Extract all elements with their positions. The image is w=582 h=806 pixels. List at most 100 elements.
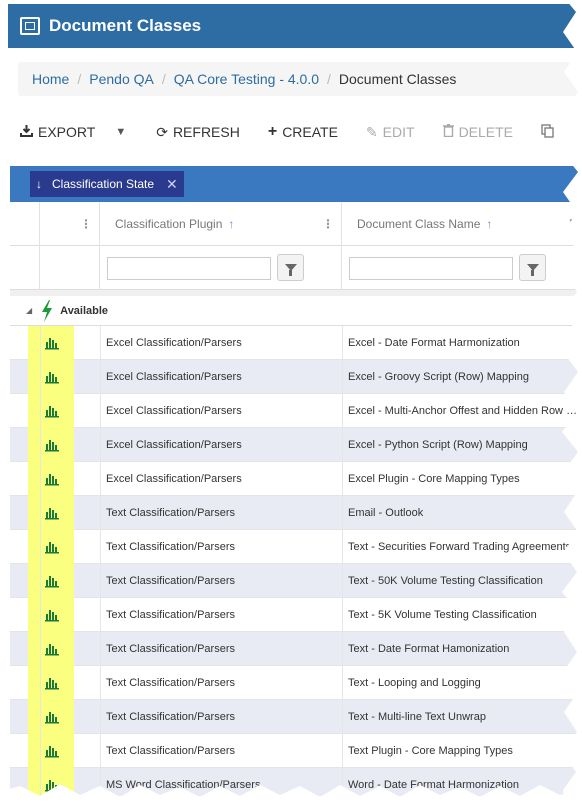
column-divider [40, 394, 41, 428]
filter-cell-icon [40, 246, 100, 290]
refresh-button[interactable]: ⟳ REFRESH [156, 124, 240, 141]
table-row[interactable]: Text Classification/Parsers Text - 50K Vo… [10, 564, 582, 598]
column-divider [342, 564, 343, 598]
bar-chart-icon[interactable] [44, 336, 60, 350]
column-divider [40, 734, 41, 768]
collapse-triangle-icon[interactable]: ◢ [26, 306, 32, 315]
remove-group-icon[interactable]: ✕ [166, 176, 178, 193]
column-divider [100, 462, 101, 496]
bar-chart-icon[interactable] [44, 608, 60, 622]
window-icon [20, 17, 40, 35]
name-filter-input[interactable] [349, 257, 513, 280]
plus-icon: + [267, 123, 278, 140]
bar-chart-icon[interactable] [44, 642, 60, 656]
table-row[interactable]: Excel Classification/Parsers Excel - Mult… [10, 394, 582, 428]
table-row[interactable]: Excel Classification/Parsers Excel Plugin… [10, 462, 582, 496]
bar-chart-icon[interactable] [44, 472, 60, 486]
bar-chart-icon[interactable] [44, 710, 60, 724]
table-row[interactable]: Text Classification/Parsers Text Plugin -… [10, 734, 582, 768]
breadcrumb-separator: / [161, 71, 166, 87]
sort-asc-icon[interactable]: ↑ [228, 217, 234, 231]
column-divider [342, 462, 343, 496]
column-divider [40, 632, 41, 666]
bar-chart-icon[interactable] [44, 676, 60, 690]
column-divider [342, 666, 343, 700]
column-divider [342, 496, 343, 530]
column-menu-icon[interactable]: ⋮ [322, 217, 334, 231]
column-divider [342, 428, 343, 462]
delete-button[interactable]: DELETE [442, 124, 513, 140]
header-classification-plugin[interactable]: Classification Plugin ↑ ⋮ [100, 202, 342, 246]
bar-chart-icon[interactable] [44, 370, 60, 384]
breadcrumb-current: Document Classes [338, 71, 457, 87]
sort-asc-icon[interactable]: ↑ [486, 217, 492, 231]
export-dropdown-icon[interactable]: ▼ [115, 126, 126, 138]
header-document-class-name[interactable]: Document Class Name ↑ ⋮ [342, 202, 582, 246]
cell-document-class-name: Excel - Groovy Script (Row) Mapping [348, 371, 529, 383]
group-row-available[interactable]: ◢ Available [10, 290, 582, 326]
bar-chart-icon[interactable] [44, 574, 60, 588]
breadcrumb-pendo-qa[interactable]: Pendo QA [89, 71, 154, 87]
table-row[interactable]: Excel Classification/Parsers Excel - Groo… [10, 360, 582, 394]
page-title: Document Classes [49, 16, 202, 35]
bar-chart-icon[interactable] [44, 506, 60, 520]
group-chip-classification-state[interactable]: ↓ Classification State ✕ [30, 171, 184, 197]
copy-icon [541, 123, 554, 141]
cell-document-class-name: Text - 5K Volume Testing Classification [348, 609, 537, 621]
breadcrumb-qa-core-testing[interactable]: QA Core Testing - 4.0.0 [174, 71, 319, 87]
breadcrumb-home[interactable]: Home [32, 71, 69, 87]
column-divider [100, 360, 101, 394]
cell-document-class-name: Excel - Date Format Harmonization [348, 337, 520, 349]
bar-chart-icon[interactable] [44, 744, 60, 758]
plugin-filter-input[interactable] [107, 257, 271, 280]
bar-chart-icon[interactable] [44, 540, 60, 554]
bar-chart-icon[interactable] [44, 778, 60, 792]
document-classes-grid: ⋮ Classification Plugin ↑ ⋮ Document Cla… [10, 202, 582, 802]
plugin-filter-button[interactable] [277, 254, 304, 281]
group-label: Available [60, 304, 109, 317]
column-divider [40, 428, 41, 462]
column-divider [100, 632, 101, 666]
filter-cell-plugin [100, 246, 342, 290]
copy-button[interactable] [541, 123, 559, 141]
header-icon-col: ⋮ [40, 202, 100, 246]
cell-classification-plugin: Excel Classification/Parsers [106, 439, 242, 451]
create-button[interactable]: + CREATE [268, 123, 338, 141]
group-chip-label: Classification State [52, 177, 155, 191]
table-row[interactable]: Text Classification/Parsers Text - Date F… [10, 632, 582, 666]
column-divider [342, 700, 343, 734]
cell-document-class-name: Text Plugin - Core Mapping Types [348, 745, 513, 757]
column-divider [100, 496, 101, 530]
table-row[interactable]: Text Classification/Parsers Email - Outlo… [10, 496, 582, 530]
cell-document-class-name: Excel Plugin - Core Mapping Types [348, 473, 520, 485]
refresh-label: REFRESH [172, 124, 240, 140]
name-filter-button[interactable] [519, 254, 546, 281]
cell-document-class-name: Text - Multi-line Text Unwrap [348, 711, 486, 723]
bar-chart-icon[interactable] [44, 438, 60, 452]
header-expand-col [10, 202, 40, 246]
lightning-bolt-icon [42, 299, 53, 322]
table-row[interactable]: Text Classification/Parsers Text - Loopin… [10, 666, 582, 700]
refresh-icon: ⟳ [156, 123, 168, 140]
cell-document-class-name: Text - 50K Volume Testing Classification [348, 575, 543, 587]
cell-classification-plugin: Text Classification/Parsers [106, 541, 235, 553]
table-row[interactable]: Text Classification/Parsers Text - Securi… [10, 530, 582, 564]
table-row[interactable]: Excel Classification/Parsers Excel - Date… [10, 326, 582, 360]
edit-button[interactable]: ✎ EDIT [366, 124, 415, 141]
download-icon [20, 124, 33, 140]
column-divider [100, 734, 101, 768]
export-button[interactable]: EXPORT [20, 124, 95, 140]
column-menu-icon[interactable]: ⋮ [80, 217, 92, 231]
column-divider [100, 428, 101, 462]
table-row[interactable]: Text Classification/Parsers Text - 5K Vol… [10, 598, 582, 632]
cell-classification-plugin: Excel Classification/Parsers [106, 473, 242, 485]
cell-classification-plugin: Text Classification/Parsers [106, 609, 235, 621]
column-divider [342, 768, 343, 802]
column-menu-icon[interactable]: ⋮ [565, 217, 577, 231]
column-divider [40, 598, 41, 632]
table-row[interactable]: Text Classification/Parsers Text - Multi-… [10, 700, 582, 734]
table-row[interactable]: MS Word Classification/Parsers Word - Dat… [10, 768, 582, 802]
table-row[interactable]: Excel Classification/Parsers Excel - Pyth… [10, 428, 582, 462]
arrow-down-icon: ↓ [36, 177, 42, 191]
bar-chart-icon[interactable] [44, 404, 60, 418]
